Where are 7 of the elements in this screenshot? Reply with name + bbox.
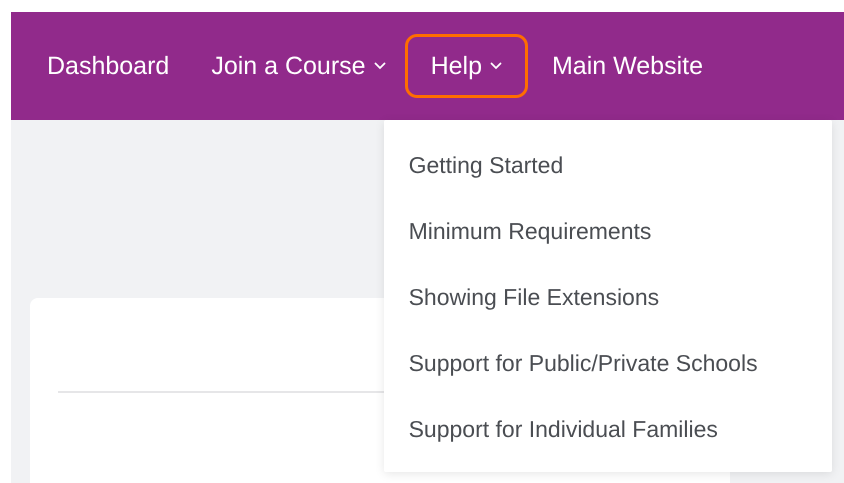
nav-link[interactable]: Main Website (526, 34, 729, 98)
menu-item[interactable]: Minimum Requirements (384, 198, 832, 264)
menu-item[interactable]: Showing File Extensions (384, 264, 832, 330)
menu-item[interactable]: Support for Public/Private Schools (384, 330, 832, 396)
nav-link[interactable]: Help (404, 34, 528, 98)
menu-item[interactable]: Support for Individual Families (384, 396, 832, 462)
menu-item[interactable]: Getting Started (384, 132, 832, 198)
